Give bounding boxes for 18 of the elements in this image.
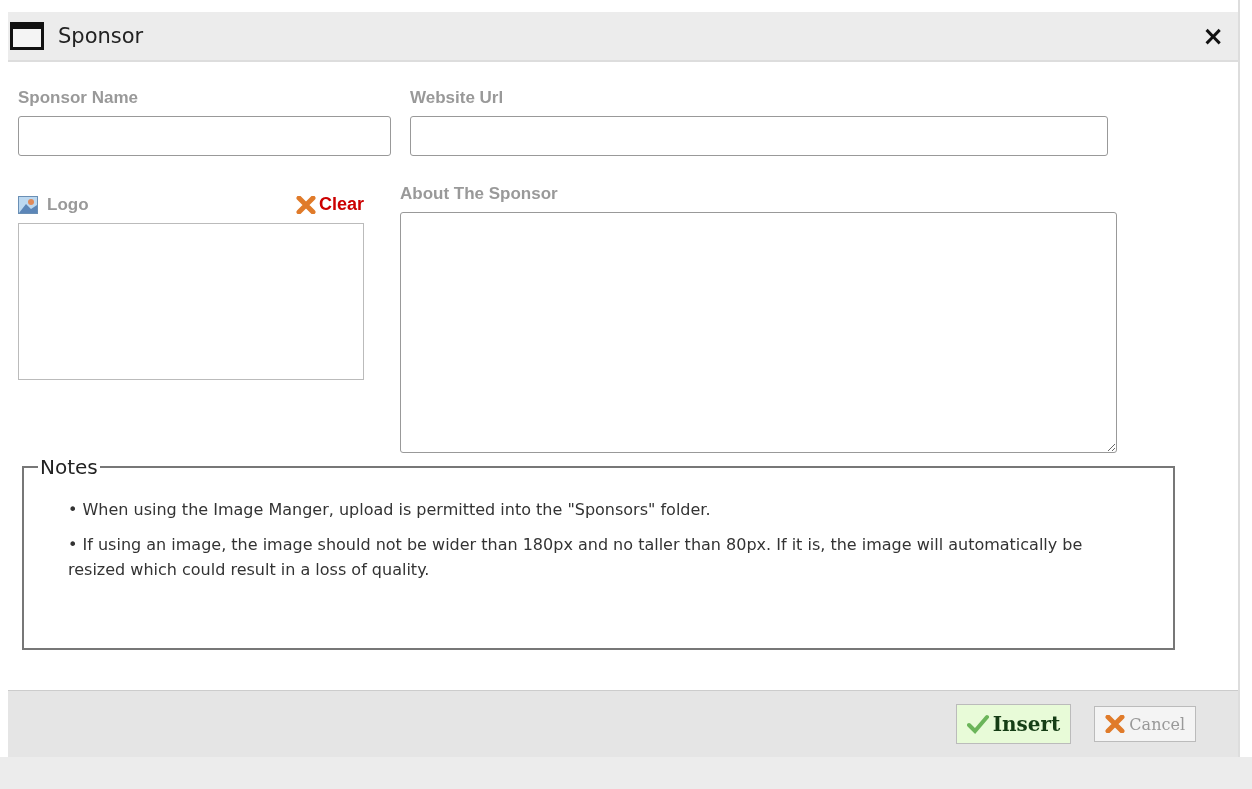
about-field[interactable] [400,212,1117,453]
sponsor-name-field[interactable] [18,116,391,156]
insert-button[interactable]: Insert [955,704,1072,744]
image-icon [18,195,38,214]
cross-icon [295,195,316,214]
field-label: Sponsor Name [18,88,139,108]
notes-legend: Notes [38,455,100,479]
clear-button[interactable]: Clear [295,194,364,215]
field-label: Logo [47,194,89,215]
field-label: About The Sponsor [400,184,559,204]
website-url-field[interactable] [410,116,1108,156]
cross-icon [1105,715,1126,733]
note-text: • When using the Image Manger, upload is permitted into the "Sponsors" folder. [68,499,712,521]
note-text: • If using an image, the image should not be wider than 180px and no taller than 80px. If it is, the image will automatically be resized which could result in a loss of quality. [68,534,1084,581]
window-title: Sponsor [58,24,144,48]
check-icon [966,714,989,734]
close-button[interactable]: × [1202,21,1224,51]
field-label: Website Url [410,88,505,108]
